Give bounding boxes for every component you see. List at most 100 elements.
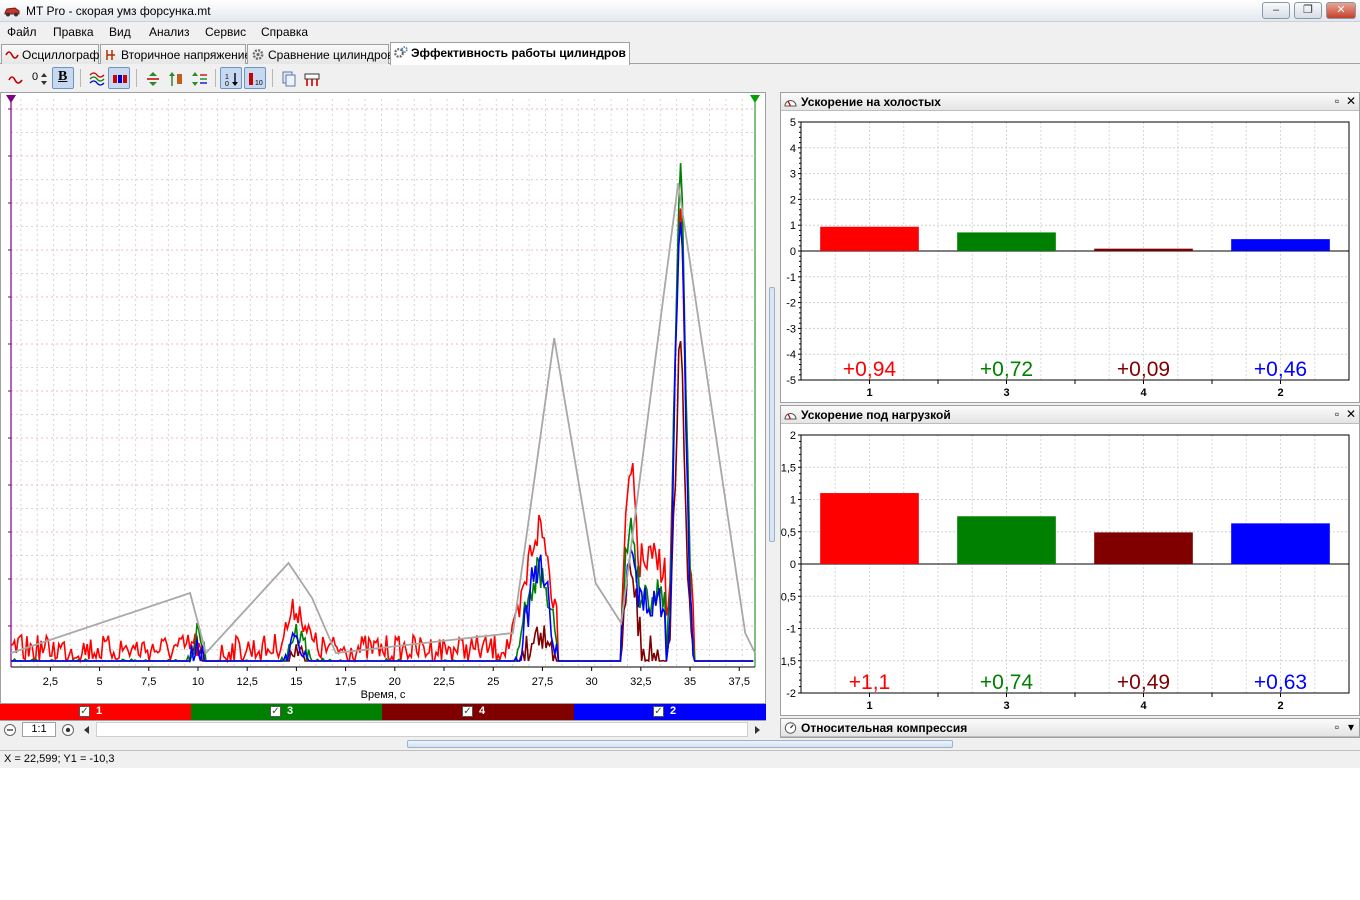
expand-panel-icon[interactable]: ▾ <box>1344 720 1358 734</box>
x-tick-label: 32,5 <box>630 676 651 688</box>
oscillogram-area[interactable]: 2,5 5 7,5 10 12,5 15 17,5 20 22,5 25 27,5 30 32,5 35 3… <box>0 92 766 704</box>
scale-vertical-button[interactable] <box>141 67 163 89</box>
x-tick-label: 15 <box>290 676 302 688</box>
channel-2-checkbox[interactable]: ✓ <box>653 706 664 717</box>
channel-4-bar[interactable]: ✓ 4 <box>382 704 574 720</box>
channel-1-checkbox[interactable]: ✓ <box>79 706 90 717</box>
wave-icon <box>8 76 23 84</box>
menu-help[interactable]: Справка <box>261 25 308 39</box>
tab-secondary-voltage[interactable]: Вторичное напряжение <box>100 44 251 64</box>
tab-cylinder-comparison[interactable]: Сравнение цилиндров <box>247 44 394 64</box>
x-tick-label: 20 <box>389 676 401 688</box>
x-axis-label: Время, с <box>361 689 406 701</box>
toolbar: 0 B 10 10 <box>0 65 1360 91</box>
x-tick-label: 1 <box>866 700 872 712</box>
close-panel-icon[interactable]: ✕ <box>1344 94 1358 108</box>
y-tick-label: 0 <box>790 559 796 571</box>
right-cursor-marker <box>750 95 760 103</box>
channel-1-label: 1 <box>96 705 103 717</box>
x-tick-label: 22,5 <box>433 676 454 688</box>
bar-view-button[interactable]: 10 <box>244 67 266 89</box>
ignition-icon <box>106 50 115 60</box>
close-panel-icon[interactable]: ✕ <box>1344 407 1358 421</box>
tab-label: Осциллограф <box>22 48 100 62</box>
bold-trace-button[interactable]: B <box>52 67 74 89</box>
menu-service[interactable]: Сервис <box>205 25 246 39</box>
svg-text:0: 0 <box>225 81 229 88</box>
spread-traces-button[interactable] <box>188 67 210 89</box>
maximize-panel-icon[interactable]: ▫ <box>1330 407 1344 421</box>
menu-analysis[interactable]: Анализ <box>149 25 190 39</box>
menu-edit[interactable]: Правка <box>53 25 94 39</box>
cylinder-map-button[interactable] <box>300 67 322 89</box>
sort-icon: 10 <box>225 73 238 88</box>
zoom-in-icon[interactable] <box>61 723 75 737</box>
x-tick-label: 7,5 <box>141 676 156 688</box>
vertical-splitter[interactable] <box>766 92 780 738</box>
copy-button[interactable] <box>277 67 299 89</box>
cylinder-map-icon <box>304 73 320 86</box>
toolbar-separator <box>80 69 81 87</box>
bar-value-label: +0,09 <box>1117 358 1170 381</box>
toolbar-separator <box>215 69 216 87</box>
y-tick-label: 2 <box>790 430 796 442</box>
tab-oscilloscope[interactable]: Осциллограф <box>1 44 99 64</box>
x-tick-label: 10 <box>192 676 204 688</box>
channel-4-checkbox[interactable]: ✓ <box>462 706 473 717</box>
menu-bar: Файл Правка Вид Анализ Сервис Справка <box>0 22 1360 42</box>
zoom-out-icon[interactable] <box>3 723 17 737</box>
sort-ascending-button[interactable]: 10 <box>220 67 242 89</box>
oscillogram-plot[interactable]: 2,5 5 7,5 10 12,5 15 17,5 20 22,5 25 27,5 30 32,5 35 3… <box>1 93 765 703</box>
trace-channel-2 <box>11 221 754 662</box>
bar <box>1231 239 1330 251</box>
offset-button[interactable]: 0 <box>28 67 50 89</box>
idle-acceleration-chart: 5 4 3 2 1 0 -1 -2 -3 -4 -5 +0,94 1 +0,72 3 +0,09 4 +0,46 2 <box>786 117 1350 399</box>
shift-up-button[interactable] <box>164 67 186 89</box>
gear-icon <box>252 49 264 60</box>
maximize-panel-icon[interactable]: ▫ <box>1330 720 1344 734</box>
signal-type-button[interactable] <box>4 67 26 89</box>
tab-cylinder-efficiency[interactable]: Эффективность работы цилиндров <box>390 42 630 65</box>
bar <box>1094 532 1193 564</box>
restore-button[interactable]: ❐ <box>1294 2 1322 19</box>
gears-icon <box>394 46 408 58</box>
bar <box>957 516 1056 564</box>
horizontal-splitter[interactable] <box>407 740 953 748</box>
left-cursor-marker <box>6 95 16 103</box>
close-button[interactable]: ✕ <box>1326 2 1356 19</box>
bar-value-label: +0,63 <box>1254 671 1307 694</box>
color-channels-button[interactable] <box>108 67 130 89</box>
y-tick-label: -2 <box>786 688 796 700</box>
overlay-traces-button[interactable] <box>85 67 107 89</box>
tab-label: Вторичное напряжение <box>121 48 252 62</box>
load-acceleration-panel: Ускорение под нагрузкой ▫ ✕ 2 1,5 1 0,5 0 -0,… <box>780 405 1360 716</box>
x-tick-label: 2 <box>1277 700 1283 712</box>
horizontal-scrollbar[interactable] <box>96 722 748 737</box>
time-scroll-row: 1:1 <box>0 720 766 738</box>
y-tick-label: -0,5 <box>781 591 796 603</box>
menu-view[interactable]: Вид <box>109 25 131 39</box>
scroll-right-icon[interactable] <box>752 724 762 736</box>
splitter-handle[interactable] <box>769 287 775 542</box>
minimize-button[interactable]: ‒ <box>1262 2 1290 19</box>
channel-3-bar[interactable]: ✓ 3 <box>191 704 382 720</box>
waveform-icon <box>5 51 19 59</box>
scroll-left-icon[interactable] <box>82 724 92 736</box>
channel-1-bar[interactable]: ✓ 1 <box>0 704 191 720</box>
channel-2-bar[interactable]: ✓ 2 <box>574 704 766 720</box>
channel-3-label: 3 <box>287 705 294 717</box>
zoom-level[interactable]: 1:1 <box>22 722 56 737</box>
menu-file[interactable]: Файл <box>7 25 37 39</box>
gauge-icon <box>784 722 797 734</box>
panel-header[interactable]: Относительная компрессия ▫ ▾ <box>781 719 1359 737</box>
y-tick-label: -4 <box>786 349 796 361</box>
load-acceleration-chart: 2 1,5 1 0,5 0 -0,5 -1 -1,5 -2 +1,1 1 +0,74 3 +0,49 4 +0… <box>781 430 1350 712</box>
color-channels-icon <box>113 75 127 83</box>
x-tick-label: 30 <box>586 676 598 688</box>
y-tick-label: -1 <box>786 272 796 284</box>
maximize-panel-icon[interactable]: ▫ <box>1330 94 1344 108</box>
channel-3-checkbox[interactable]: ✓ <box>270 706 281 717</box>
bar-value-label: +0,72 <box>980 358 1033 381</box>
spread-traces-icon <box>192 72 207 86</box>
x-tick-label: 12,5 <box>236 676 257 688</box>
